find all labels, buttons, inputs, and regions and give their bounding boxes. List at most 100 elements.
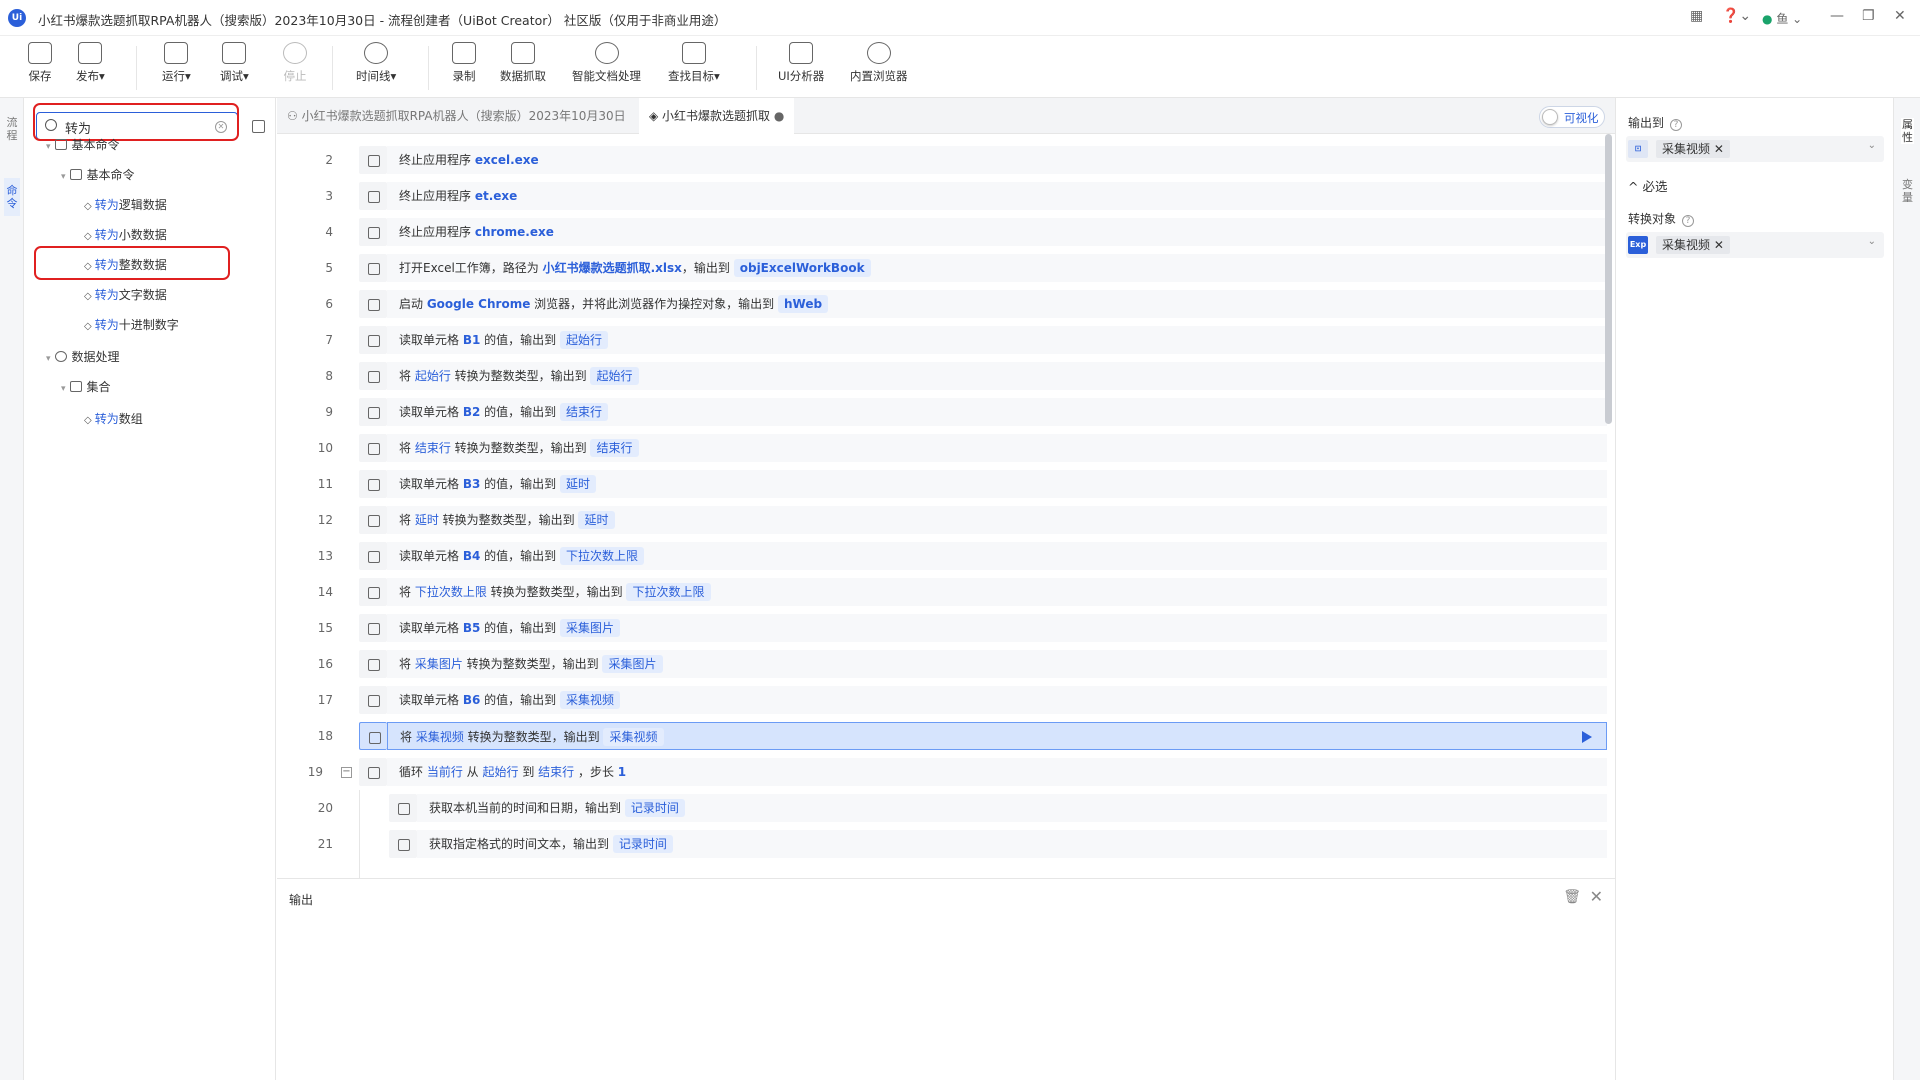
- collection-icon: [69, 381, 82, 392]
- tab-commands[interactable]: 命令: [4, 178, 20, 216]
- code-line[interactable]: 2 终止应用程序 excel.exe: [277, 142, 1607, 178]
- stop-button[interactable]: 停止: [283, 42, 307, 84]
- tree-label: 集合: [86, 380, 111, 394]
- save-label: 保存: [28, 69, 52, 83]
- chevron-down-icon[interactable]: ⌄: [1868, 140, 1876, 151]
- tree-item-to-array[interactable]: ◇ 转为数组: [84, 410, 143, 427]
- save-button[interactable]: 保存: [28, 42, 52, 84]
- code-line[interactable]: 12 将 延时 转换为整数类型，输出到 延时: [277, 502, 1607, 538]
- tab-main-flow[interactable]: ⚇ 小红书爆款选题抓取RPA机器人（搜索版）2023年10月30日: [277, 98, 636, 134]
- help-icon[interactable]: ?: [1670, 119, 1683, 131]
- tree-item-to-string[interactable]: ◇ 转为文字数据: [84, 286, 167, 303]
- terminal-icon: [359, 506, 387, 534]
- code-line[interactable]: 21 获取指定格式的时间文本，输出到 记录时间: [277, 826, 1607, 862]
- timeline-label: 时间线: [356, 69, 391, 83]
- tree-node-data-processing[interactable]: ▾ 数据处理: [46, 348, 120, 365]
- code-line[interactable]: 3 终止应用程序 et.exe: [277, 178, 1607, 214]
- help-icon[interactable]: ❓⌄: [1722, 8, 1751, 24]
- close-icon[interactable]: ✕: [1590, 887, 1603, 906]
- pie-chart-icon: [54, 351, 67, 362]
- ui-analyzer-button[interactable]: UI分析器: [778, 42, 824, 84]
- tree-item-to-float[interactable]: ◇ 转为小数数据: [84, 226, 167, 243]
- tab-flow[interactable]: 流程: [4, 116, 20, 142]
- code-line[interactable]: 11 读取单元格 B3 的值，输出到 延时: [277, 466, 1607, 502]
- tree-item-to-bool[interactable]: ◇ 转为逻辑数据: [84, 196, 167, 213]
- record-icon: [452, 42, 476, 64]
- filter-icon[interactable]: [252, 120, 265, 133]
- visual-toggle-label: 可视化: [1564, 111, 1599, 125]
- tree-node-basic-commands-sub[interactable]: ▾ 基本命令: [61, 166, 135, 183]
- stop-icon: [283, 42, 307, 64]
- code-line[interactable]: 13 读取单元格 B4 的值，输出到 下拉次数上限: [277, 538, 1607, 574]
- run-button[interactable]: 运行▾: [162, 42, 191, 84]
- builtin-browser-button[interactable]: 内置浏览器: [850, 42, 908, 84]
- close-button[interactable]: ✕: [1894, 8, 1906, 24]
- tree-node-basic-commands[interactable]: ▾ 基本命令: [46, 136, 120, 153]
- convert-variable-tag[interactable]: 采集视频 ✕: [1656, 236, 1730, 254]
- code-line[interactable]: 16 将 采集图片 转换为整数类型，输出到 采集图片: [277, 646, 1607, 682]
- tab-properties[interactable]: 属性: [1901, 118, 1914, 144]
- app-logo-icon: Ui: [8, 9, 26, 27]
- tree-node-collection[interactable]: ▾ 集合: [61, 378, 111, 395]
- module-icon: [54, 139, 67, 150]
- tree-item-to-decimal[interactable]: ◇ 转为十进制数字: [84, 316, 179, 333]
- required-section-header[interactable]: ^ 必选: [1628, 176, 1667, 195]
- excel-icon: [359, 542, 387, 570]
- timeline-button[interactable]: 时间线▾: [356, 42, 396, 84]
- convert-object-field[interactable]: Exp 采集视频 ✕ ⌄: [1626, 232, 1884, 258]
- run-line-play-icon[interactable]: [1582, 731, 1592, 743]
- title-bar: Ui 小红书爆款选题抓取RPA机器人（搜索版）2023年10月30日 - 流程创…: [0, 0, 1920, 36]
- minimize-button[interactable]: —: [1830, 8, 1844, 24]
- excel-icon: [359, 614, 387, 642]
- debug-label: 调试: [220, 69, 243, 83]
- find-target-button[interactable]: 查找目标▾: [668, 42, 720, 84]
- tab-sub-flow[interactable]: ◈ 小红书爆款选题抓取 ●: [639, 98, 795, 134]
- data-capture-icon: [511, 42, 535, 64]
- tab-variables[interactable]: 变量: [1901, 178, 1914, 204]
- find-target-label: 查找目标: [668, 69, 714, 83]
- code-line[interactable]: 19− 循环 当前行 从 起始行 到 结束行 ，步长 1: [277, 754, 1607, 790]
- code-line[interactable]: 9 读取单元格 B2 的值，输出到 结束行: [277, 394, 1607, 430]
- collapse-icon[interactable]: −: [341, 767, 352, 778]
- editor-tab-bar: ⚇ 小红书爆款选题抓取RPA机器人（搜索版）2023年10月30日 ◈ 小红书爆…: [277, 98, 1615, 134]
- data-capture-button[interactable]: 数据抓取: [500, 42, 546, 84]
- properties-panel: 输出到? ⊡ 采集视频 ✕ ⌄ ^ 必选 转换对象? Exp 采集视频 ✕ ⌄: [1615, 98, 1893, 1080]
- code-line[interactable]: 15 读取单元格 B5 的值，输出到 采集图片: [277, 610, 1607, 646]
- smart-doc-button[interactable]: 智能文档处理: [572, 42, 641, 84]
- expression-icon[interactable]: Exp: [1628, 236, 1648, 254]
- publish-button[interactable]: 发布▾: [76, 42, 105, 84]
- code-line[interactable]: 20 获取本机当前的时间和日期，输出到 记录时间: [277, 790, 1607, 826]
- restore-button[interactable]: ❐: [1862, 8, 1875, 24]
- code-line-selected[interactable]: 18 将 采集视频 转换为整数类型，输出到 采集视频: [277, 718, 1607, 754]
- user-menu[interactable]: ● 鱼 ⌄: [1762, 10, 1802, 27]
- code-line[interactable]: 6 启动 Google Chrome 浏览器，并将此浏览器作为操控对象，输出到 h…: [277, 286, 1607, 322]
- app-icon: [359, 218, 387, 246]
- code-line[interactable]: 7 读取单元格 B1 的值，输出到 起始行: [277, 322, 1607, 358]
- apps-grid-icon[interactable]: ▦: [1690, 8, 1703, 24]
- help-icon[interactable]: ?: [1682, 215, 1695, 227]
- trash-icon[interactable]: 🗑: [1563, 889, 1581, 905]
- editor-scrollbar[interactable]: [1605, 134, 1612, 424]
- tree-label: 基本命令: [86, 168, 135, 182]
- terminal-icon: [359, 434, 387, 462]
- code-line[interactable]: 14 将 下拉次数上限 转换为整数类型，输出到 下拉次数上限: [277, 574, 1607, 610]
- code-line[interactable]: 8将 起始行 转换为整数类型，输出到 起始行: [277, 358, 1607, 394]
- code-line[interactable]: 10 将 结束行 转换为整数类型，输出到 结束行: [277, 430, 1607, 466]
- builtin-browser-label: 内置浏览器: [850, 69, 908, 83]
- tree-label: 数据处理: [71, 350, 120, 364]
- user-name: 鱼: [1776, 12, 1789, 26]
- visual-toggle[interactable]: 可视化: [1539, 106, 1605, 128]
- code-line[interactable]: 5 打开Excel工作簿，路径为 小红书爆款选题抓取.xlsx，输出到 objEx…: [277, 250, 1607, 286]
- output-to-field[interactable]: ⊡ 采集视频 ✕ ⌄: [1626, 136, 1884, 162]
- right-side-tabs: 属性 变量: [1893, 98, 1920, 1080]
- debug-button[interactable]: 调试▾: [220, 42, 249, 84]
- code-line[interactable]: 4 终止应用程序 chrome.exe: [277, 214, 1607, 250]
- chevron-down-icon[interactable]: ⌄: [1868, 236, 1876, 247]
- output-variable-tag[interactable]: 采集视频 ✕: [1656, 140, 1730, 158]
- code-line[interactable]: 17 读取单元格 B6 的值，输出到 采集视频: [277, 682, 1607, 718]
- code-editor[interactable]: 2 终止应用程序 excel.exe 3 终止应用程序 et.exe 4 终止应用程序…: [277, 134, 1615, 878]
- toolbar-divider: [332, 46, 333, 90]
- record-button[interactable]: 录制: [452, 42, 476, 84]
- app-icon: [359, 182, 387, 210]
- browser-icon: [359, 290, 387, 318]
